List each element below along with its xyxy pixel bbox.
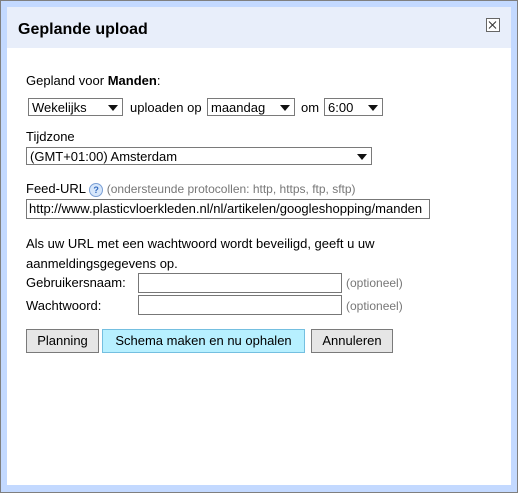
password-optional-label: (optioneel) [346, 299, 403, 313]
scheduled-for-prefix: Gepland voor [26, 73, 105, 88]
chevron-down-icon [368, 105, 378, 111]
cancel-button[interactable]: Annuleren [311, 329, 393, 353]
password-label: Wachtwoord: [26, 298, 102, 313]
scheduled-for-label: Gepland voor Manden: [26, 73, 160, 89]
frequency-value: Wekelijks [32, 100, 87, 115]
password-input[interactable] [138, 295, 342, 315]
feed-url-label: Feed-URL [26, 181, 86, 196]
credentials-note: Als uw URL met een wachtwoord wordt beve… [26, 236, 375, 271]
day-value: maandag [211, 100, 266, 115]
feed-url-label-row: Feed-URL ? (ondersteunde protocollen: ht… [26, 181, 356, 197]
chevron-down-icon [357, 154, 367, 160]
help-icon[interactable]: ? [89, 182, 104, 197]
frequency-select[interactable]: Wekelijks [28, 98, 123, 116]
time-select[interactable]: 6:00 [324, 98, 383, 116]
time-value: 6:00 [328, 100, 354, 115]
dialog-titlebar: Geplande upload [7, 7, 511, 48]
username-input[interactable] [138, 273, 342, 293]
planning-button[interactable]: Planning [26, 329, 99, 353]
timezone-select[interactable]: (GMT+01:00) Amsterdam [26, 147, 372, 165]
dialog-frame: Geplande upload Gepland voor Manden: Wek… [7, 7, 511, 485]
timezone-value: (GMT+01:00) Amsterdam [30, 149, 178, 164]
chevron-down-icon [108, 105, 118, 111]
upload-on-label: uploaden op [130, 100, 202, 115]
dialog-title: Geplande upload [18, 21, 148, 38]
username-optional-label: (optioneel) [346, 276, 403, 290]
timezone-label: Tijdzone [26, 129, 75, 144]
schedule-and-fetch-now-button[interactable]: Schema maken en nu ophalen [102, 329, 305, 353]
label-colon: : [156, 73, 161, 88]
chevron-down-icon [280, 105, 290, 111]
close-icon[interactable] [486, 18, 500, 32]
at-label: om [301, 100, 320, 115]
feed-url-input[interactable]: http://www.plasticvloerkleden.nl/nl/arti… [26, 199, 430, 219]
feed-name: Manden [107, 73, 157, 88]
username-label: Gebruikersnaam: [26, 275, 126, 290]
day-select[interactable]: maandag [207, 98, 295, 116]
scheduled-upload-dialog: Geplande upload Gepland voor Manden: Wek… [0, 0, 518, 493]
supported-protocols-text: (ondersteunde protocollen: http, https, … [106, 182, 356, 196]
